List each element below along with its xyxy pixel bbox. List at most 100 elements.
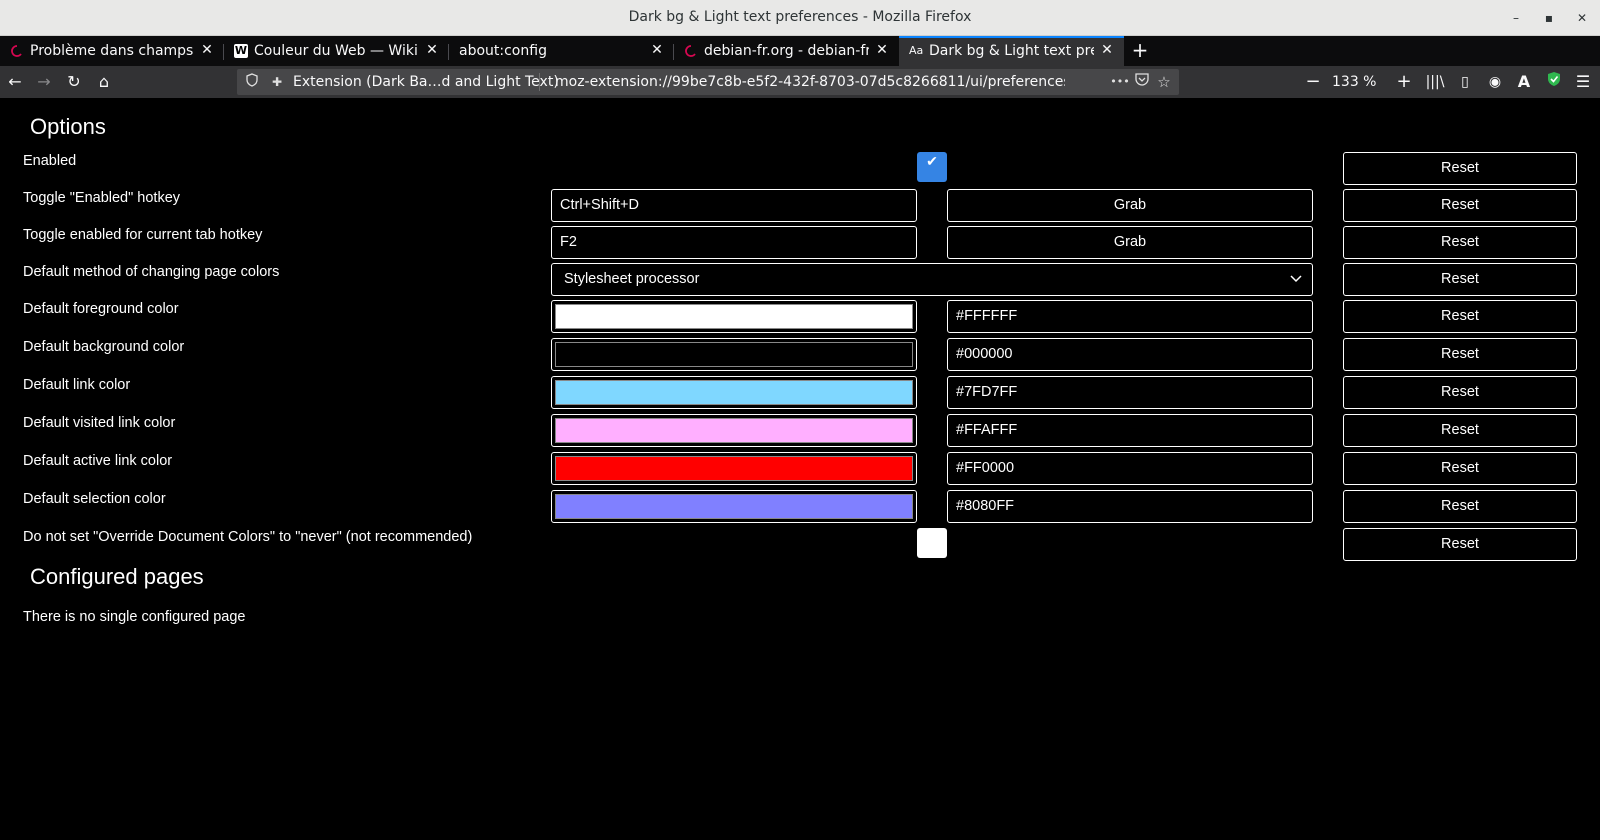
tracking-shield-icon[interactable]	[243, 73, 261, 91]
zoom-level[interactable]: 133 %	[1332, 74, 1376, 90]
tab-label: Couleur du Web — Wikip	[254, 43, 419, 59]
tab-hotkey-label: Toggle enabled for current tab hotkey	[23, 227, 263, 243]
color-swatch	[555, 342, 913, 367]
active-link-color-reset-button[interactable]: Reset	[1343, 452, 1577, 485]
tab-strip: Problème dans champs s ✕ W Couleur du We…	[0, 36, 1600, 66]
bookmark-star-icon[interactable]: ☆	[1155, 73, 1173, 91]
override-colors-checkbox[interactable]	[917, 528, 947, 558]
override-colors-label: Do not set "Override Document Colors" to…	[23, 529, 473, 545]
enabled-checkbox[interactable]: ✔	[917, 152, 947, 182]
ublock-shield-icon[interactable]	[1543, 71, 1565, 93]
selection-color-label: Default selection color	[23, 491, 166, 507]
library-icon[interactable]: |||\	[1424, 71, 1446, 93]
enabled-reset-button[interactable]: Reset	[1343, 152, 1577, 185]
active-link-color-hex-input[interactable]: #FF0000	[947, 452, 1313, 485]
color-swatch	[555, 304, 913, 329]
home-icon[interactable]: ⌂	[93, 71, 115, 93]
selection-color-hex-input[interactable]: #8080FF	[947, 490, 1313, 523]
dark-text-extension-icon[interactable]: A	[1513, 71, 1535, 93]
background-color-reset-button[interactable]: Reset	[1343, 338, 1577, 371]
extension-puzzle-icon[interactable]: ✚	[268, 73, 286, 91]
debian-swirl-icon	[10, 44, 24, 58]
forward-icon[interactable]: →	[33, 71, 55, 93]
toggle-hotkey-input[interactable]: Ctrl+Shift+D	[551, 189, 917, 222]
toggle-hotkey-label: Toggle "Enabled" hotkey	[23, 190, 181, 206]
tab-label: Dark bg & Light text prefe	[929, 43, 1094, 59]
method-select[interactable]: Stylesheet processor	[551, 263, 1313, 296]
method-label: Default method of changing page colors	[23, 264, 280, 280]
selection-color-picker[interactable]	[551, 490, 917, 523]
back-icon[interactable]: ←	[4, 71, 26, 93]
tab-debian-fr[interactable]: debian-fr.org - debian-fr ✕	[674, 36, 899, 66]
pocket-icon[interactable]	[1133, 73, 1151, 91]
foreground-color-picker[interactable]	[551, 300, 917, 333]
color-swatch	[555, 380, 913, 405]
window-title: Dark bg & Light text preferences - Mozil…	[628, 9, 972, 25]
toggle-hotkey-reset-button[interactable]: Reset	[1343, 189, 1577, 222]
background-color-picker[interactable]	[551, 338, 917, 371]
window-titlebar: Dark bg & Light text preferences - Mozil…	[0, 0, 1600, 36]
color-swatch	[555, 418, 913, 443]
tab-close-icon[interactable]: ✕	[873, 41, 891, 59]
tab-dark-bg-preferences[interactable]: Aa Dark bg & Light text prefe ✕	[899, 36, 1124, 66]
active-link-color-label: Default active link color	[23, 453, 173, 469]
tab-hotkey-reset-button[interactable]: Reset	[1343, 226, 1577, 259]
tab-label: Problème dans champs s	[30, 43, 194, 59]
visited-link-color-hex-input[interactable]: #FFAFFF	[947, 414, 1313, 447]
method-reset-button[interactable]: Reset	[1343, 263, 1577, 296]
tab-probleme[interactable]: Problème dans champs s ✕	[0, 36, 224, 66]
foreground-color-label: Default foreground color	[23, 301, 179, 317]
reload-icon[interactable]: ↻	[63, 71, 85, 93]
link-color-hex-input[interactable]: #7FD7FF	[947, 376, 1313, 409]
hamburger-menu-icon[interactable]: ☰	[1572, 71, 1594, 93]
page-actions-icon[interactable]: •••	[1109, 73, 1131, 91]
link-color-reset-button[interactable]: Reset	[1343, 376, 1577, 409]
tab-close-icon[interactable]: ✕	[1098, 41, 1116, 59]
foreground-color-reset-button[interactable]: Reset	[1343, 300, 1577, 333]
override-colors-reset-button[interactable]: Reset	[1343, 528, 1577, 561]
tab-close-icon[interactable]: ✕	[198, 41, 216, 59]
sidebar-icon[interactable]: ▯	[1454, 71, 1476, 93]
wikipedia-icon: W	[234, 44, 248, 58]
foreground-color-hex-input[interactable]: #FFFFFF	[947, 300, 1313, 333]
active-link-color-picker[interactable]	[551, 452, 917, 485]
selection-color-reset-button[interactable]: Reset	[1343, 490, 1577, 523]
no-configured-pages-message: There is no single configured page	[23, 609, 246, 625]
maximize-icon[interactable]: ▪	[1537, 6, 1561, 30]
minimize-icon[interactable]: –	[1504, 6, 1528, 30]
visited-link-color-label: Default visited link color	[23, 415, 176, 431]
link-color-picker[interactable]	[551, 376, 917, 409]
toggle-hotkey-grab-button[interactable]: Grab	[947, 189, 1313, 222]
tab-close-icon[interactable]: ✕	[423, 41, 441, 59]
tab-hotkey-grab-button[interactable]: Grab	[947, 226, 1313, 259]
aa-icon: Aa	[909, 44, 924, 57]
color-swatch	[555, 494, 913, 519]
enabled-label: Enabled	[23, 153, 77, 169]
checkmark-icon: ✔	[926, 153, 938, 169]
tab-about-config[interactable]: about:config ✕	[449, 36, 674, 66]
background-color-label: Default background color	[23, 339, 185, 355]
color-swatch	[555, 456, 913, 481]
tab-couleur-du-web[interactable]: W Couleur du Web — Wikip ✕	[224, 36, 449, 66]
urlbar-divider	[539, 73, 540, 91]
extension-identity-label[interactable]: Extension (Dark Ba…d and Light Text)	[293, 74, 559, 90]
configured-pages-heading: Configured pages	[30, 564, 204, 589]
preferences-page: Options Enabled ✔ Reset Toggle "Enabled"…	[0, 98, 1600, 840]
account-icon[interactable]: ◉	[1484, 71, 1506, 93]
window-close-icon[interactable]: ✕	[1570, 6, 1594, 30]
tab-hotkey-input[interactable]: F2	[551, 226, 917, 259]
visited-link-color-reset-button[interactable]: Reset	[1343, 414, 1577, 447]
zoom-in-icon[interactable]: +	[1393, 71, 1415, 93]
zoom-out-icon[interactable]: −	[1302, 71, 1324, 93]
options-heading: Options	[30, 114, 106, 139]
debian-swirl-icon	[684, 44, 698, 58]
link-color-label: Default link color	[23, 377, 131, 393]
visited-link-color-picker[interactable]	[551, 414, 917, 447]
url-text[interactable]: moz-extension://99be7c8b-e5f2-432f-8703-…	[555, 74, 1065, 90]
new-tab-icon[interactable]: +	[1128, 39, 1152, 63]
background-color-hex-input[interactable]: #000000	[947, 338, 1313, 371]
url-bar[interactable]: ✚ Extension (Dark Ba…d and Light Text) m…	[237, 69, 1179, 95]
chevron-down-icon	[1290, 272, 1302, 286]
tab-close-icon[interactable]: ✕	[648, 41, 666, 59]
tab-label: debian-fr.org - debian-fr	[704, 43, 869, 59]
